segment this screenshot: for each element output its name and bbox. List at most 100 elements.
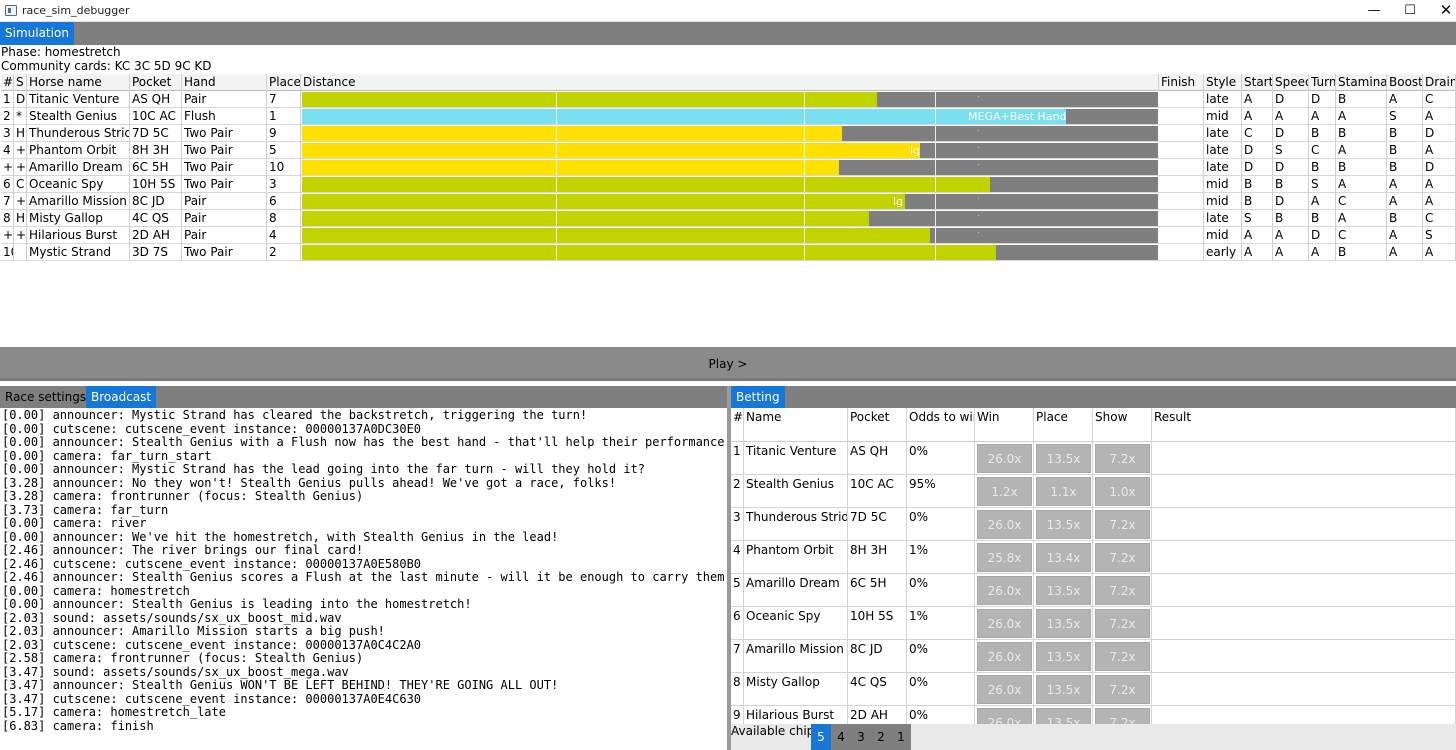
- bet-cell-result: [1152, 574, 1456, 607]
- horse-pocket: AS QH: [130, 91, 182, 108]
- bet-win-button[interactable]: 26.0x: [977, 510, 1032, 539]
- log-line: [0.00] announcer: Stealth Genius with a …: [2, 436, 727, 449]
- horse-start: C: [1242, 125, 1273, 142]
- bet-win-button[interactable]: 26.0x: [977, 444, 1032, 473]
- header-finish: Finish: [1159, 74, 1204, 91]
- race-row[interactable]: + + Hilarious Burst 2D AH Pair 4 mid A A D C A S: [1, 227, 1456, 244]
- distance-tick: [978, 181, 979, 182]
- bet-win-button[interactable]: 26.0x: [977, 708, 1032, 724]
- race-row[interactable]: 4 + Phantom Orbit 8H 3H Two Pair 5 lg late D S C A B…: [1, 142, 1456, 159]
- bet-show-button[interactable]: 7.2x: [1095, 576, 1150, 605]
- race-row[interactable]: 2 * Stealth Genius 10C AC Flush 1 MEGA+Best Ha…: [1, 108, 1456, 125]
- race-row[interactable]: 1 D Titanic Venture AS QH Pair 7 late A D D B A C: [1, 91, 1456, 108]
- segment-marker: [935, 211, 936, 226]
- horse-name: Amarillo Dream: [27, 159, 130, 176]
- play-button[interactable]: Play >: [0, 347, 1456, 381]
- bet-show-button[interactable]: 1.0x: [1095, 477, 1150, 506]
- horse-turn: B: [1309, 125, 1336, 142]
- horse-speed: D: [1273, 125, 1309, 142]
- segment-marker: [804, 211, 805, 226]
- horse-s: *: [14, 108, 27, 125]
- bet-win-button[interactable]: 26.0x: [977, 642, 1032, 671]
- bet-place-button[interactable]: 13.4x: [1036, 543, 1091, 572]
- horse-pocket: 2D AH: [130, 227, 182, 244]
- horse-place: 10: [267, 159, 301, 176]
- bet-place-button[interactable]: 1.1x: [1036, 477, 1091, 506]
- header-speed: Speed: [1275, 74, 1309, 91]
- segment-marker: [556, 160, 557, 175]
- race-row[interactable]: 7 + Amarillo Mission 8C JD Pair 6 lg mid B D A C A A: [1, 193, 1456, 210]
- log-line: [0.00] announcer: Stealth Genius is lead…: [2, 598, 472, 611]
- bet-header-show: Show: [1093, 408, 1152, 441]
- maximize-button[interactable]: ☐: [1392, 0, 1428, 22]
- bet-win-button[interactable]: 26.0x: [977, 576, 1032, 605]
- tab-race-settings[interactable]: Race settings: [0, 386, 91, 409]
- segment-marker: [935, 245, 936, 260]
- bet-win-button[interactable]: 1.2x: [977, 477, 1032, 506]
- bet-win-button[interactable]: 25.8x: [977, 543, 1032, 572]
- distance-overlay-label: lg: [893, 195, 904, 208]
- horse-style: late: [1204, 142, 1242, 159]
- bet-place-button[interactable]: 13.5x: [1036, 675, 1091, 704]
- bet-place-button[interactable]: 13.5x: [1036, 576, 1091, 605]
- tab-broadcast[interactable]: Broadcast: [86, 386, 157, 409]
- race-row[interactable]: 10+Mystic Strand3D 7STwo Pair2earlyAAABA…: [1, 244, 1456, 261]
- bet-show-button[interactable]: 7.2x: [1095, 444, 1150, 473]
- bet-cell-place: 1.1x: [1034, 475, 1093, 508]
- chip-1-button[interactable]: 1: [891, 724, 911, 750]
- race-row[interactable]: 3 H Thunderous Stride 7D 5C Two Pair 9 late C D B…: [1, 125, 1456, 142]
- horse-drain: C: [1423, 91, 1456, 108]
- horse-style: late: [1204, 210, 1242, 227]
- bet-show-button[interactable]: 7.2x: [1095, 642, 1150, 671]
- race-row[interactable]: 6 C Oceanic Spy 10H 5S Two Pair 3 mid B B S A A A: [1, 176, 1456, 193]
- bet-show-button[interactable]: 7.2x: [1095, 675, 1150, 704]
- bet-show-button[interactable]: 7.2x: [1095, 609, 1150, 638]
- bet-show-button[interactable]: 7.2x: [1095, 510, 1150, 539]
- bet-win-button[interactable]: 26.0x: [977, 675, 1032, 704]
- horse-boost: A: [1387, 227, 1423, 244]
- race-row[interactable]: + + Amarillo Dream 6C 5H Two Pair 10 late D D B B B…: [1, 159, 1456, 176]
- chips-label: Available chips: [731, 724, 821, 738]
- bet-place-button[interactable]: 13.5x: [1036, 510, 1091, 539]
- close-button[interactable]: ✕: [1428, 0, 1456, 22]
- segment-marker: [935, 109, 936, 124]
- race-row[interactable]: 8 H Misty Gallop 4C QS Pair 8 late S B B A B C: [1, 210, 1456, 227]
- distance-tick: [978, 147, 979, 148]
- horse-start: A: [1242, 108, 1273, 125]
- betting-row: 7 Amarillo Mission 8C JD 0% 26.0x 13.5x 7.2x: [731, 640, 1456, 673]
- horse-hand: Pair: [182, 227, 267, 244]
- tab-betting[interactable]: Betting: [731, 386, 785, 409]
- log-line: [3.28] camera: frontrunner (focus: Steal…: [2, 490, 364, 503]
- chip-3-button[interactable]: 3: [851, 724, 871, 750]
- horse-style: late: [1204, 159, 1242, 176]
- horse-turn: C: [1309, 142, 1336, 159]
- bet-win-button[interactable]: 26.0x: [977, 609, 1032, 638]
- horse-start: A: [1242, 244, 1273, 261]
- bet-place-button[interactable]: 13.5x: [1036, 642, 1091, 671]
- horse-style: mid: [1204, 193, 1242, 210]
- bet-cell-place: 13.5x: [1034, 706, 1093, 724]
- bet-place-button[interactable]: 13.5x: [1036, 444, 1091, 473]
- bet-show-button[interactable]: 7.2x: [1095, 543, 1150, 572]
- chip-2-button[interactable]: 2: [871, 724, 891, 750]
- minimize-button[interactable]: —: [1356, 0, 1392, 22]
- segment-marker: [804, 109, 805, 124]
- horse-stamina: B: [1336, 125, 1387, 142]
- bet-cell-show: 7.2x: [1093, 607, 1152, 640]
- horse-name: Mystic Strand: [27, 244, 130, 261]
- bet-show-button[interactable]: 7.2x: [1095, 708, 1150, 724]
- bet-place-button[interactable]: 13.5x: [1036, 609, 1091, 638]
- horse-boost: A: [1387, 244, 1423, 261]
- chip-5-button[interactable]: 5: [811, 724, 831, 750]
- bet-place-button[interactable]: 13.5x: [1036, 708, 1091, 724]
- bet-cell-show: 7.2x: [1093, 673, 1152, 706]
- bet-cell-result: [1152, 508, 1456, 541]
- horse-place: 9: [267, 125, 301, 142]
- horse-num: 3: [1, 125, 14, 142]
- horse-style: early: [1204, 244, 1242, 261]
- betting-table: # Name Pocket Odds to win Win Place Show Result…: [731, 408, 1456, 724]
- log-line: [2.46] announcer: The river brings our f…: [2, 544, 364, 557]
- chip-4-button[interactable]: 4: [831, 724, 851, 750]
- log-line: [2.03] sound: assets/sounds/sx_ux_boost_…: [2, 611, 342, 625]
- tab-simulation[interactable]: Simulation: [0, 22, 74, 45]
